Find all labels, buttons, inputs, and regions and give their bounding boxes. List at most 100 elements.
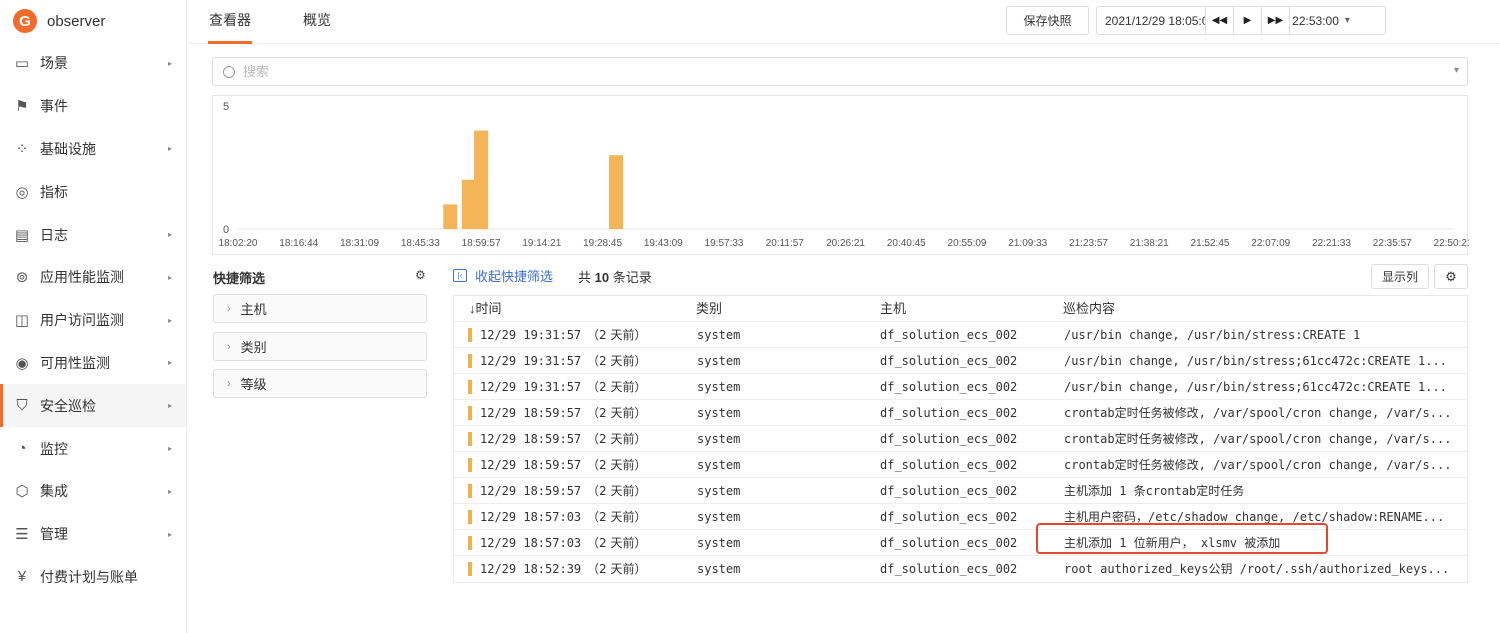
sidebar-item-sliders[interactable]: ☰ 管理 ▸ xyxy=(0,513,186,556)
cell-time: 12/29 18:59:57 xyxy=(480,406,582,420)
sidebar-nav: ▭ 场景 ▸ ⚑ 事件 ⁘ 基础设施 ▸ ◎ 指标 ▤ 日志 ▸ ⊚ 应用性能监测 ▸ ◫ 用户访问监测 ▸ ◉ 可用性… xyxy=(0,42,186,598)
y-tick-label: 5 xyxy=(223,101,229,113)
cell-time: 12/29 18:59:57 xyxy=(480,458,582,472)
chevron-right-icon: ▸ xyxy=(167,315,172,325)
cell-category: system xyxy=(697,458,741,472)
sidebar-item-label: 应用性能监测 xyxy=(40,269,124,286)
sidebar-item-target[interactable]: ⊚ 应用性能监测 ▸ xyxy=(0,256,186,299)
cube-icon: ⬡ xyxy=(15,483,29,501)
chevron-right-icon: ▸ xyxy=(167,272,172,282)
collapse-quick-filter-button[interactable]: |‹ 收起快捷筛选 xyxy=(453,266,553,285)
filter-label: 主机 xyxy=(240,302,267,317)
sidebar-item-billing[interactable]: ¥ 付费计划与账单 xyxy=(0,556,186,599)
fast-forward-icon[interactable]: ▶▶ xyxy=(1261,6,1290,35)
tab-viewer[interactable]: 查看器 xyxy=(208,0,252,44)
sidebar-item-label: 付费计划与账单 xyxy=(40,568,138,585)
sidebar-item-calendar[interactable]: ▤ 日志 ▸ xyxy=(0,213,186,256)
x-tick-label: 22:50:21 xyxy=(1434,238,1469,249)
gear-icon[interactable]: ⚙ xyxy=(415,268,426,282)
column-header-host[interactable]: 主机 xyxy=(880,296,906,322)
app-logo[interactable]: G observer xyxy=(0,0,186,42)
x-tick-label: 21:09:33 xyxy=(1008,238,1047,249)
cell-time: 12/29 19:31:57 xyxy=(480,354,582,368)
sidebar-item-label: 事件 xyxy=(40,98,68,115)
table-row[interactable]: 12/29 18:57:03 （2 天前） system df_solution_ec… xyxy=(454,530,1467,556)
search-bar[interactable]: ▾ xyxy=(212,57,1468,86)
cell-time: 12/29 18:59:57 xyxy=(480,432,582,446)
table-row[interactable]: 12/29 19:31:57 （2 天前） system df_solution_ec… xyxy=(454,322,1467,348)
level-indicator xyxy=(468,328,472,342)
sidebar-item-label: 用户访问监测 xyxy=(40,312,124,329)
chevron-right-icon: › xyxy=(227,302,231,315)
cell-host: df_solution_ecs_002 xyxy=(880,562,1018,576)
table-row[interactable]: 12/29 19:31:57 （2 天前） system df_solution_ec… xyxy=(454,348,1467,374)
signal-icon: ◉ xyxy=(15,354,29,372)
save-snapshot-button[interactable]: 保存快照 xyxy=(1006,6,1089,35)
cell-host: df_solution_ecs_002 xyxy=(880,458,1018,472)
table-row[interactable]: 12/29 18:59:57 （2 天前） system df_solution_ec… xyxy=(454,400,1467,426)
x-tick-label: 22:07:09 xyxy=(1251,238,1290,249)
level-indicator xyxy=(468,536,472,550)
chevron-right-icon: › xyxy=(227,377,231,390)
sidebar-item-monitor[interactable]: ◔ 监控 ▸ xyxy=(0,427,186,470)
column-header-time[interactable]: ↓时间 xyxy=(469,296,502,322)
cell-time: 12/29 19:31:57 xyxy=(480,380,582,394)
sidebar-item-cube[interactable]: ⬡ 集成 ▸ xyxy=(0,470,186,513)
chevron-right-icon: ▸ xyxy=(167,486,172,496)
sidebar-item-label: 场景 xyxy=(40,55,68,72)
column-header-category[interactable]: 类别 xyxy=(696,296,722,322)
play-icon[interactable]: ▶ xyxy=(1233,6,1262,35)
x-tick-label: 18:02:20 xyxy=(219,238,258,249)
histogram-svg: 5 0 18:02:20 18:16:44 18:31:09 18:45:33 18:59:… xyxy=(219,101,1469,249)
cell-content: crontab定时任务被修改, /var/spool/cron change, … xyxy=(1064,458,1452,472)
sidebar-item-grid[interactable]: ⁘ 基础设施 ▸ xyxy=(0,128,186,171)
cell-time: 12/29 18:57:03 xyxy=(480,536,582,550)
events-table: ↓时间 类别 主机 巡检内容 12/29 19:31:57 （2 天前） syste… xyxy=(453,295,1468,583)
chevron-right-icon: ▸ xyxy=(167,529,172,539)
sidebar-item-label: 指标 xyxy=(40,183,68,200)
table-row[interactable]: 12/29 19:31:57 （2 天前） system df_solution_ec… xyxy=(454,374,1467,400)
column-header-content[interactable]: 巡检内容 xyxy=(1063,296,1115,322)
chart-bar xyxy=(609,155,624,229)
search-icon xyxy=(223,65,235,78)
filter-level[interactable]: › 等级 xyxy=(213,369,427,398)
filter-category[interactable]: › 类别 xyxy=(213,332,427,361)
monitor-icon: ◔ xyxy=(17,440,27,458)
table-row[interactable]: 12/29 18:59:57 （2 天前） system df_solution_ec… xyxy=(454,426,1467,452)
x-tick-label: 21:38:21 xyxy=(1130,238,1169,249)
x-tick-label: 21:23:57 xyxy=(1069,238,1108,249)
cell-content: 主机添加 1 位新用户， xlsmv 被添加 xyxy=(1064,536,1281,550)
target-icon: ⊚ xyxy=(15,269,29,287)
cell-category: system xyxy=(697,380,741,394)
x-tick-label: 20:40:45 xyxy=(887,238,926,249)
search-input[interactable] xyxy=(243,64,1467,79)
settings-button[interactable]: ⚙ xyxy=(1434,264,1468,289)
rewind-icon[interactable]: ◀◀ xyxy=(1205,6,1234,35)
table-row[interactable]: 12/29 18:52:39 （2 天前） system df_solution_ec… xyxy=(454,556,1467,582)
show-columns-button[interactable]: 显示列 xyxy=(1371,264,1429,289)
sidebar-item-gauge[interactable]: ◎ 指标 xyxy=(0,170,186,213)
x-tick-label: 18:31:09 xyxy=(340,238,379,249)
tab-overview[interactable]: 概览 xyxy=(303,0,331,44)
cell-time: 12/29 18:57:03 xyxy=(480,510,582,524)
x-tick-label: 20:26:21 xyxy=(826,238,865,249)
cell-ago: （2 天前） xyxy=(587,458,647,472)
table-header: ↓时间 类别 主机 巡检内容 xyxy=(454,296,1467,322)
cell-category: system xyxy=(697,432,741,446)
table-row[interactable]: 12/29 18:59:57 （2 天前） system df_solution_ec… xyxy=(454,478,1467,504)
table-row[interactable]: 12/29 18:59:57 （2 天前） system df_solution_ec… xyxy=(454,452,1467,478)
filter-host[interactable]: › 主机 xyxy=(213,294,427,323)
sidebar-item-chart[interactable]: ◫ 用户访问监测 ▸ xyxy=(0,299,186,342)
sidebar-item-shield[interactable]: ⛉ 安全巡检 ▸ xyxy=(0,384,186,428)
y-tick-label: 0 xyxy=(223,224,229,236)
count-suffix: 条记录 xyxy=(612,270,652,285)
sidebar-item-dashboard[interactable]: ▭ 场景 ▸ xyxy=(0,42,186,85)
filter-label: 类别 xyxy=(240,340,267,355)
table-row[interactable]: 12/29 18:57:03 （2 天前） system df_solution_ec… xyxy=(454,504,1467,530)
sidebar-item-flag[interactable]: ⚑ 事件 xyxy=(0,85,186,128)
cell-ago: （2 天前） xyxy=(587,536,647,550)
cell-category: system xyxy=(697,328,741,342)
sidebar-item-signal[interactable]: ◉ 可用性监测 ▸ xyxy=(0,342,186,385)
chevron-down-icon[interactable]: ▾ xyxy=(1454,65,1459,76)
cell-ago: （2 天前） xyxy=(587,328,647,342)
